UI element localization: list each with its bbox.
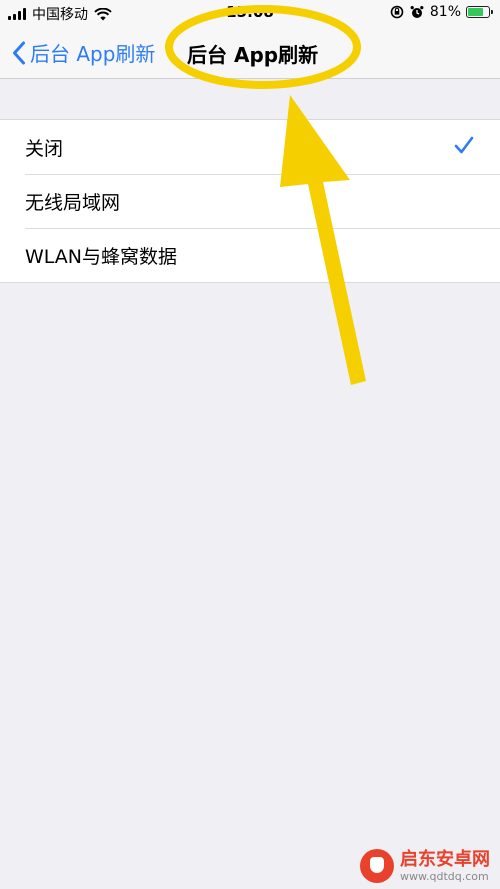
orientation-lock-icon <box>390 5 404 19</box>
checkmark-icon <box>454 136 474 154</box>
option-list: 关闭 无线局域网 WLAN与蜂窝数据 <box>0 119 500 283</box>
watermark-url: www.qdtdq.com <box>400 869 489 883</box>
status-bar: 中国移动 15:08 81% <box>0 0 500 26</box>
watermark-text: 启东安卓网 www.qdtdq.com <box>400 848 490 883</box>
watermark-title: 启东安卓网 <box>400 848 490 870</box>
option-label: WLAN与蜂窝数据 <box>25 245 178 268</box>
page-title: 后台 App刷新 <box>187 43 319 67</box>
option-wlan-cellular[interactable]: WLAN与蜂窝数据 <box>0 228 500 282</box>
battery-fill <box>468 8 483 16</box>
back-button[interactable]: 后台 App刷新 <box>12 38 155 67</box>
alarm-icon <box>410 6 424 18</box>
watermark: 启东安卓网 www.qdtdq.com <box>360 849 490 883</box>
navigation-bar: 后台 App刷新 后台 App刷新 <box>0 26 500 79</box>
back-button-label: 后台 App刷新 <box>30 42 156 66</box>
battery-icon <box>466 6 493 18</box>
battery-percent: 81% <box>429 4 461 20</box>
chevron-left-icon <box>13 41 25 64</box>
option-label: 无线局域网 <box>25 191 121 214</box>
status-right: 81% <box>390 4 493 20</box>
option-off[interactable]: 关闭 <box>0 120 500 174</box>
watermark-logo-icon <box>360 849 394 883</box>
option-wlan[interactable]: 无线局域网 <box>0 174 500 228</box>
option-label: 关闭 <box>25 137 64 160</box>
